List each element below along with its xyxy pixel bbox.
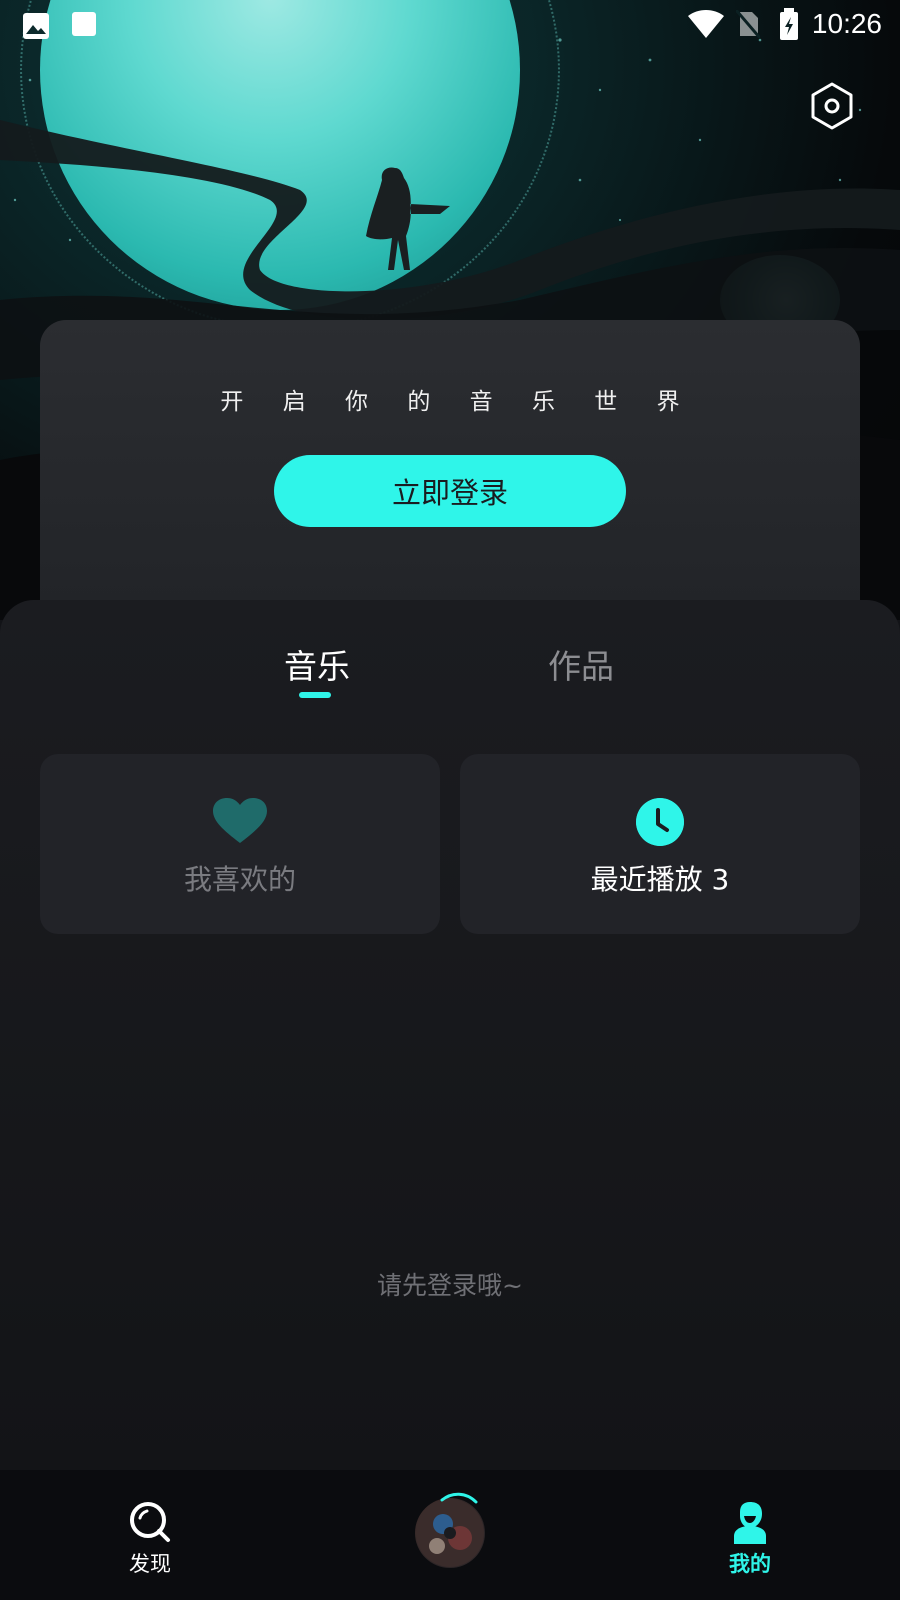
favorites-card[interactable] xyxy=(40,754,440,934)
status-bar: 10:26 xyxy=(0,0,900,50)
nav-discover-label[interactable]: 发现 xyxy=(90,1548,210,1578)
no-sim-icon xyxy=(736,10,760,38)
tab-music[interactable]: 音乐 xyxy=(284,640,350,688)
login-tagline: 开 启 你 的 音 乐 世 界 xyxy=(220,389,696,415)
nav-mine-label[interactable]: 我的 xyxy=(690,1548,810,1578)
nav-discover[interactable] xyxy=(90,1500,210,1544)
heart-icon xyxy=(213,798,267,843)
playback-progress-arc xyxy=(440,1492,478,1504)
battery-charging-icon xyxy=(780,8,798,40)
wifi-icon xyxy=(688,10,724,38)
active-tab-indicator xyxy=(299,692,331,698)
user-icon xyxy=(734,1502,766,1544)
login-required-hint: 请先登录哦~ xyxy=(377,1271,523,1300)
app-notification-icon xyxy=(72,12,96,36)
tab-works[interactable]: 作品 xyxy=(548,640,614,688)
gallery-notification-icon xyxy=(23,13,49,39)
login-button[interactable]: 立即登录 xyxy=(274,455,626,527)
clock-icon xyxy=(636,798,684,846)
nav-mine[interactable] xyxy=(690,1500,810,1544)
settings-icon[interactable] xyxy=(806,80,858,132)
status-time: 10:26 xyxy=(811,8,882,39)
recent-played-label: 最近播放 3 xyxy=(590,863,730,896)
favorites-label: 我喜欢的 xyxy=(183,863,296,896)
content-sheet xyxy=(0,600,900,1470)
search-icon xyxy=(130,1502,170,1542)
